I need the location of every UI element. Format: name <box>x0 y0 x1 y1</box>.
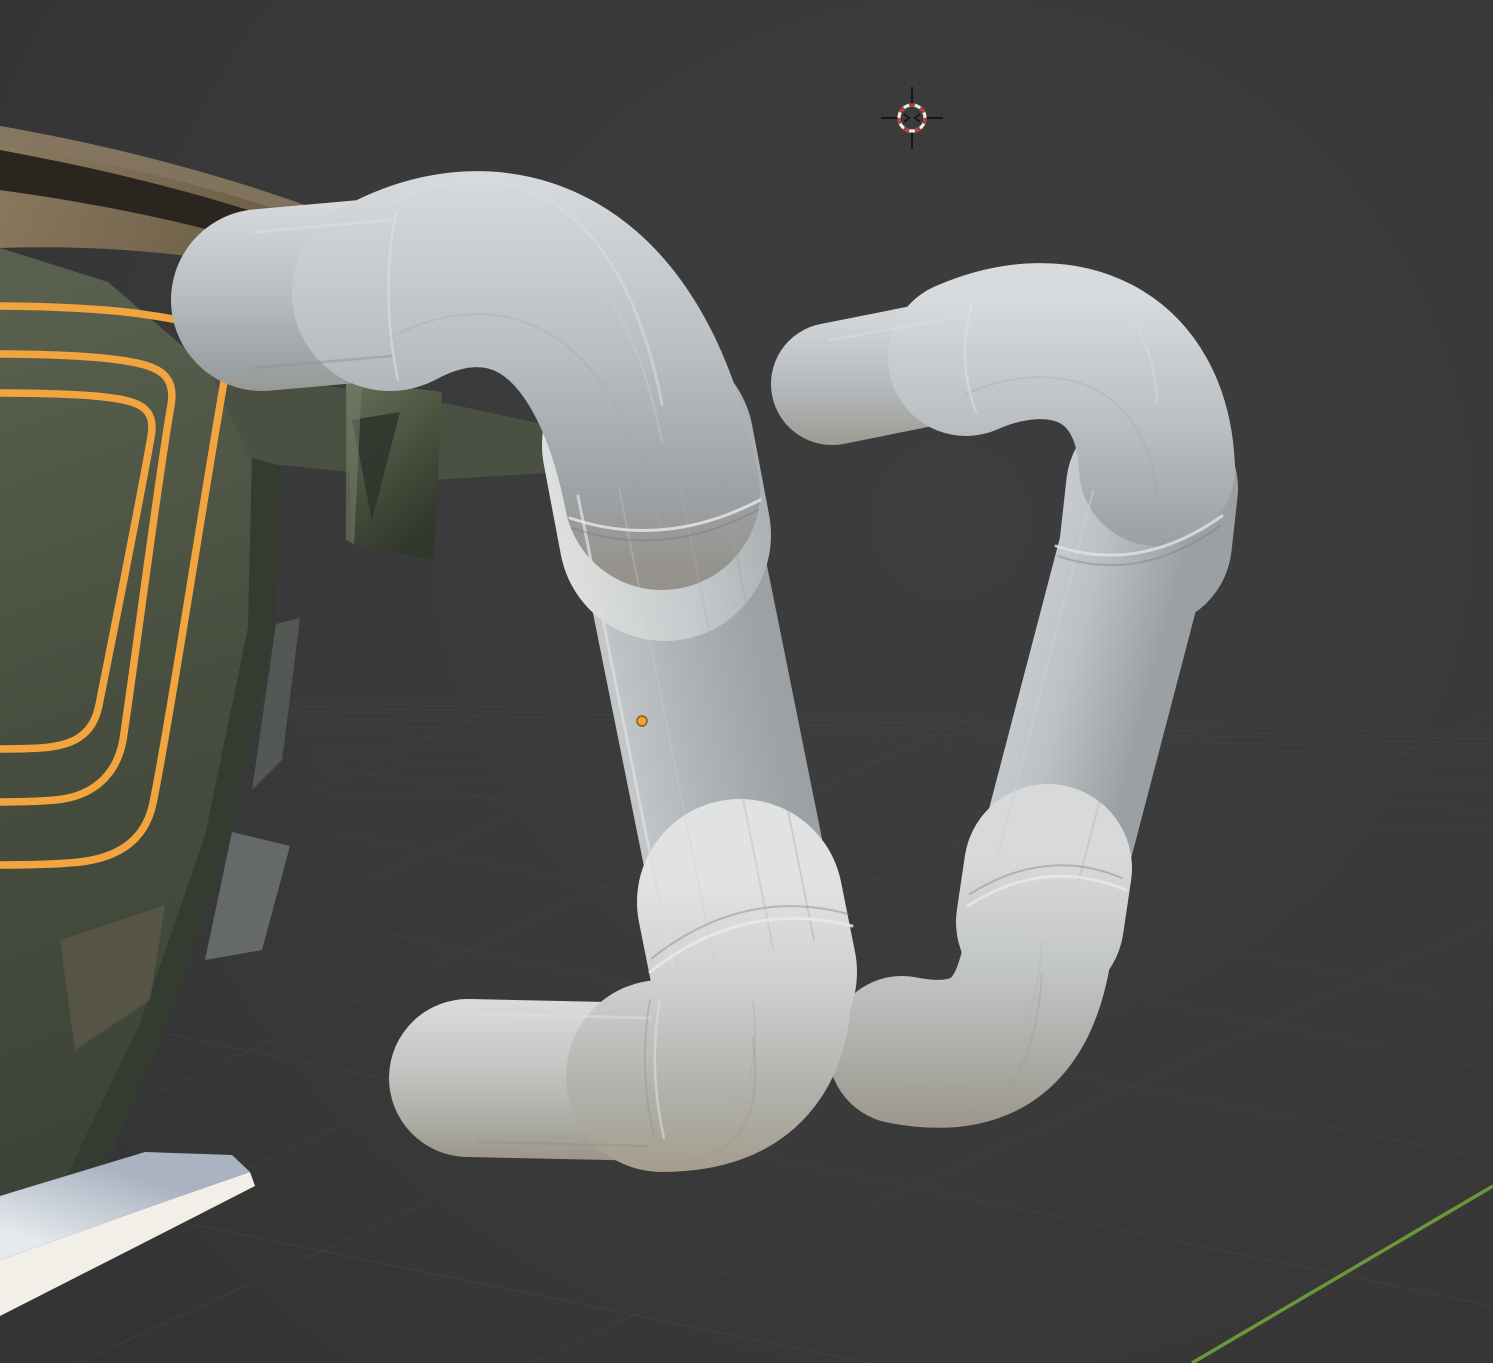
blender-3d-viewport[interactable] <box>0 0 1493 1363</box>
object-origin-icon <box>637 716 647 726</box>
viewport-canvas[interactable] <box>0 0 1493 1363</box>
pipe-large-elbow-bottom <box>662 952 755 1076</box>
